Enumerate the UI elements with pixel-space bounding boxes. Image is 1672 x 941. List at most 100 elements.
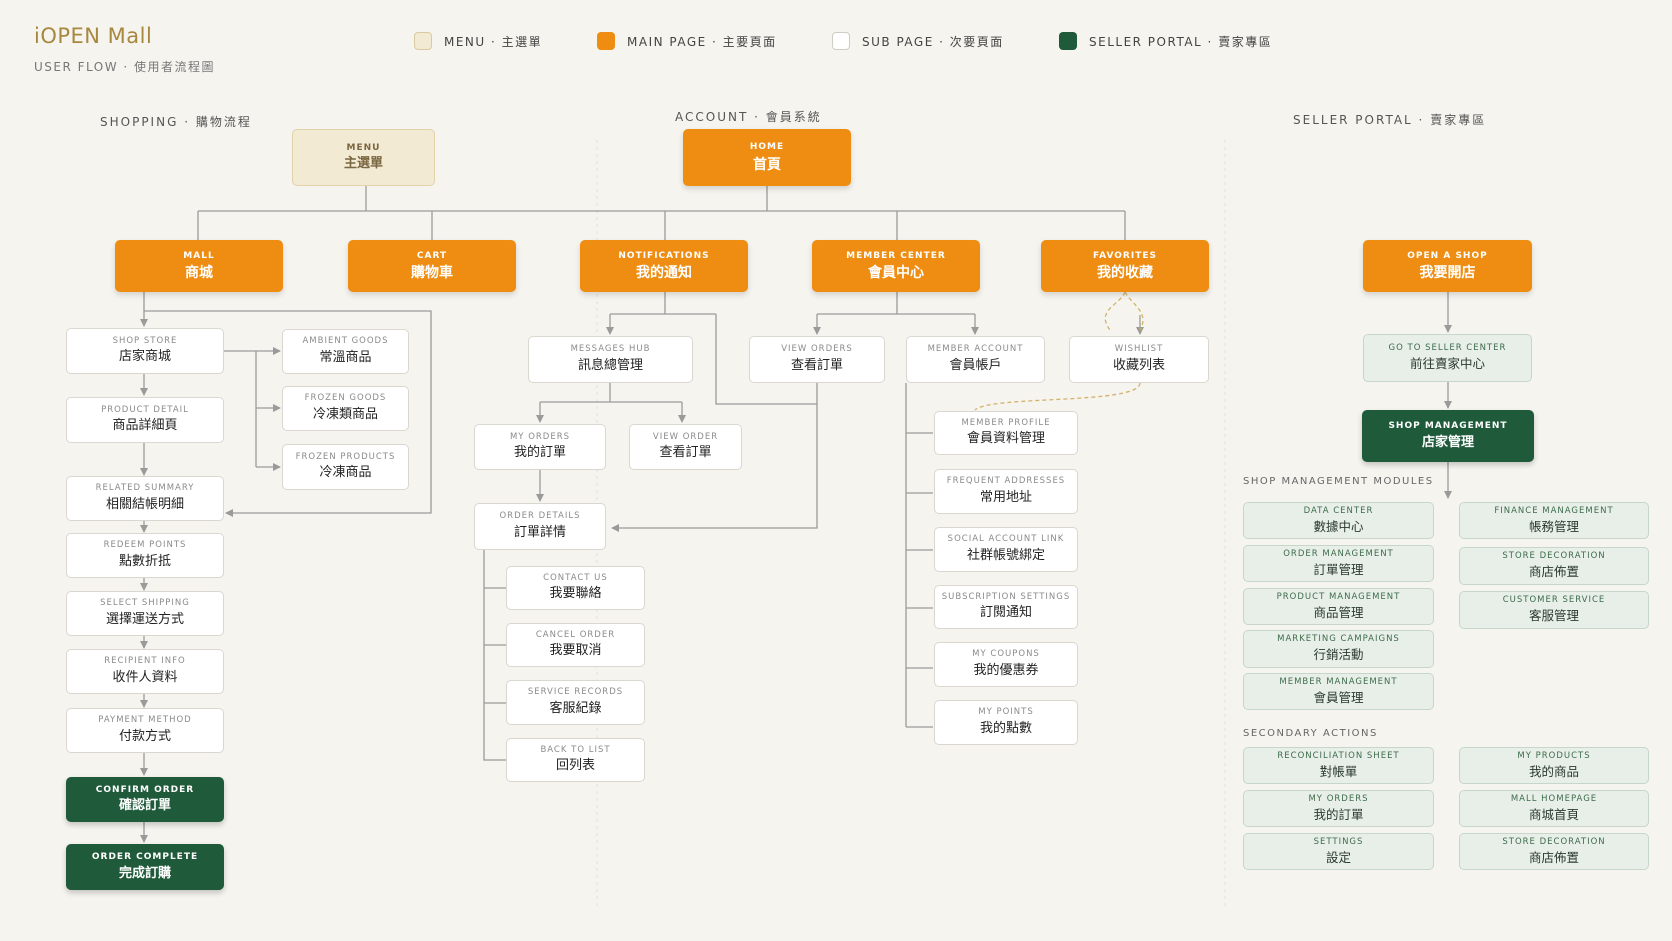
node-select-shipping[interactable]: SELECT SHIPPING 選擇運送方式 (66, 591, 224, 636)
node-confirm-order[interactable]: CONFIRM ORDER 確認訂單 (66, 777, 224, 822)
node-messages-hub[interactable]: MESSAGES HUB 訊息總管理 (528, 336, 693, 383)
node-related-summary[interactable]: RELATED SUMMARY 相關結帳明細 (66, 476, 224, 521)
node-member-center[interactable]: MEMBER CENTER 會員中心 (812, 240, 980, 292)
node-subscription-settings[interactable]: SUBSCRIPTION SETTINGS 訂閱通知 (934, 585, 1078, 629)
node-label-zh: 商品管理 (1313, 604, 1364, 620)
node-mall-homepage[interactable]: MALL HOMEPAGE 商城首頁 (1459, 790, 1649, 827)
node-label-en: SERVICE RECORDS (527, 687, 624, 698)
node-view-orders[interactable]: VIEW ORDERS 查看訂單 (749, 336, 885, 383)
node-member-management[interactable]: MEMBER MANAGEMENT 會員管理 (1243, 673, 1434, 710)
node-data-center[interactable]: DATA CENTER 數據中心 (1243, 502, 1434, 539)
app-title: iOPEN Mall (34, 24, 153, 48)
node-view-order[interactable]: VIEW ORDER 查看訂單 (629, 424, 742, 470)
node-label-en: RECONCILIATION SHEET (1277, 750, 1400, 761)
node-cart[interactable]: CART 購物車 (348, 240, 516, 292)
node-label-en: STORE DECORATION (1502, 551, 1606, 562)
node-frozen-products[interactable]: FROZEN PRODUCTS 冷凍商品 (282, 444, 409, 490)
node-label-en: NOTIFICATIONS (618, 250, 710, 261)
node-customer-service[interactable]: CUSTOMER SERVICE 客服管理 (1459, 591, 1649, 629)
node-store-decoration[interactable]: STORE DECORATION 商店佈置 (1459, 547, 1649, 585)
node-label-en: HOME (749, 142, 785, 153)
node-label-en: RECIPIENT INFO (104, 656, 186, 667)
node-service-records[interactable]: SERVICE RECORDS 客服紀錄 (506, 680, 645, 725)
node-recipient-info[interactable]: RECIPIENT INFO 收件人資料 (66, 649, 224, 694)
node-label-en: ORDER DETAILS (499, 511, 581, 522)
node-label-en: MALL (183, 250, 215, 261)
node-label-en: MEMBER PROFILE (961, 417, 1051, 428)
node-label-en: SHOP STORE (112, 335, 178, 346)
node-member-account[interactable]: MEMBER ACCOUNT 會員帳戶 (906, 336, 1045, 383)
node-contact-us[interactable]: CONTACT US 我要聯絡 (506, 566, 645, 610)
node-label-zh: 訂單詳情 (513, 524, 566, 540)
section-label-modules: SHOP MANAGEMENT MODULES (1243, 476, 1434, 487)
section-label-secondary: SECONDARY ACTIONS (1243, 728, 1378, 739)
node-cancel-order[interactable]: CANCEL ORDER 我要取消 (506, 623, 645, 667)
node-label-zh: 查看訂單 (790, 357, 843, 373)
node-shop-store[interactable]: SHOP STORE 店家商城 (66, 328, 224, 374)
legend-item-menu: MENU · 主選單 (414, 32, 542, 50)
node-product-management[interactable]: PRODUCT MANAGEMENT 商品管理 (1243, 588, 1434, 625)
node-label-zh: 我的訂單 (513, 445, 566, 461)
node-my-products[interactable]: MY PRODUCTS 我的商品 (1459, 747, 1649, 784)
node-back-to-list[interactable]: BACK TO LIST 回列表 (506, 738, 645, 782)
node-seller-center[interactable]: GO TO SELLER CENTER 前往賣家中心 (1363, 334, 1532, 382)
node-label-zh: 我的點數 (979, 720, 1032, 736)
node-label-zh: 前往賣家中心 (1409, 356, 1485, 372)
node-label-zh: 點數折抵 (118, 553, 171, 569)
node-order-details[interactable]: ORDER DETAILS 訂單詳情 (474, 503, 606, 550)
node-ambient-goods[interactable]: AMBIENT GOODS 常溫商品 (282, 329, 409, 374)
node-favorites[interactable]: FAVORITES 我的收藏 (1041, 240, 1209, 292)
node-label-en: SOCIAL ACCOUNT LINK (947, 534, 1065, 545)
node-label-zh: 我的通知 (636, 265, 692, 282)
node-marketing-campaigns[interactable]: MARKETING CAMPAIGNS 行銷活動 (1243, 630, 1434, 668)
legend-swatch-main-page (597, 32, 615, 50)
node-shop-management[interactable]: SHOP MANAGEMENT 店家管理 (1362, 410, 1534, 462)
legend-item-seller-portal: SELLER PORTAL · 賣家專區 (1059, 32, 1272, 50)
node-label-zh: 主選單 (343, 156, 383, 172)
node-label-en: MY ORDERS (1308, 793, 1369, 804)
node-label-en: FROZEN PRODUCTS (295, 451, 396, 462)
node-frozen-goods[interactable]: FROZEN GOODS 冷凍類商品 (282, 386, 409, 431)
page-subtitle: USER FLOW · 使用者流程圖 (34, 60, 216, 74)
node-my-orders[interactable]: MY ORDERS 我的訂單 (474, 424, 606, 470)
node-open-shop[interactable]: OPEN A SHOP 我要開店 (1363, 240, 1532, 292)
node-label-en: FINANCE MANAGEMENT (1494, 505, 1614, 516)
node-label-zh: 訂閱通知 (979, 605, 1032, 621)
node-finance-management[interactable]: FINANCE MANAGEMENT 帳務管理 (1459, 502, 1649, 539)
node-order-complete[interactable]: ORDER COMPLETE 完成訂購 (66, 844, 224, 890)
node-mall[interactable]: MALL 商城 (115, 240, 283, 292)
node-label-zh: 我要取消 (549, 643, 602, 659)
node-label-en: MEMBER CENTER (846, 250, 946, 261)
node-label-en: MY PRODUCTS (1517, 750, 1591, 761)
node-label-en: CART (416, 250, 448, 261)
node-label-zh: 我的訂單 (1313, 806, 1364, 822)
node-home[interactable]: HOME 首頁 (683, 129, 851, 186)
node-settings[interactable]: SETTINGS 設定 (1243, 833, 1434, 870)
node-my-coupons[interactable]: MY COUPONS 我的優惠券 (934, 642, 1078, 687)
node-social-account-link[interactable]: SOCIAL ACCOUNT LINK 社群帳號綁定 (934, 527, 1078, 572)
node-redeem-points[interactable]: REDEEM POINTS 點數折抵 (66, 533, 224, 578)
node-menu[interactable]: MENU 主選單 (292, 129, 435, 186)
legend-swatch-seller-portal (1059, 32, 1077, 50)
node-reconciliation-sheet[interactable]: RECONCILIATION SHEET 對帳單 (1243, 747, 1434, 784)
legend-label: MENU · 主選單 (444, 34, 543, 49)
node-label-zh: 商城 (185, 265, 213, 282)
node-order-management[interactable]: ORDER MANAGEMENT 訂單管理 (1243, 545, 1434, 582)
node-label-en: WISHLIST (1114, 344, 1164, 355)
node-label-en: FAVORITES (1093, 250, 1157, 261)
node-wishlist[interactable]: WISHLIST 收藏列表 (1069, 336, 1209, 383)
section-label-seller-portal: SELLER PORTAL · 賣家專區 (1293, 113, 1487, 127)
node-label-en: BACK TO LIST (540, 744, 611, 755)
node-my-points[interactable]: MY POINTS 我的點數 (934, 700, 1078, 745)
node-seller-my-orders[interactable]: MY ORDERS 我的訂單 (1243, 790, 1434, 827)
node-label-en: VIEW ORDER (652, 431, 719, 442)
node-label-en: CUSTOMER SERVICE (1502, 595, 1606, 606)
node-label-en: MESSAGES HUB (570, 344, 651, 355)
node-notifications[interactable]: NOTIFICATIONS 我的通知 (580, 240, 748, 292)
node-seller-store-decoration[interactable]: STORE DECORATION 商店佈置 (1459, 833, 1649, 870)
node-payment-method[interactable]: PAYMENT METHOD 付款方式 (66, 708, 224, 753)
node-member-profile[interactable]: MEMBER PROFILE 會員資料管理 (934, 411, 1078, 455)
node-product-detail[interactable]: PRODUCT DETAIL 商品詳細頁 (66, 397, 224, 443)
node-frequent-addresses[interactable]: FREQUENT ADDRESSES 常用地址 (934, 469, 1078, 514)
node-label-en: SUBSCRIPTION SETTINGS (941, 591, 1071, 602)
